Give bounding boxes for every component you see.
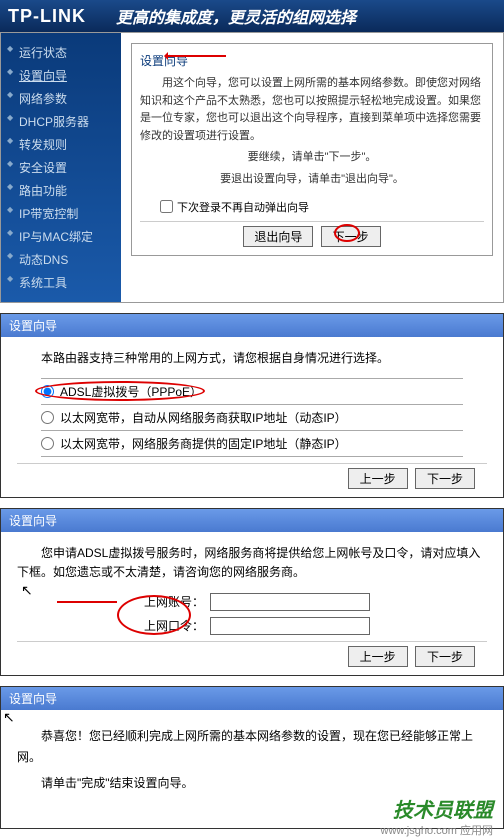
wizard-step3-panel: 设置向导 您申请ADSL虚拟拨号服务时，网络服务商将提供给您上网帐号及口令，请对… (0, 508, 504, 675)
radio-dynamic-row: 以太网宽带，自动从网络服务商获取IP地址（动态IP） (41, 409, 487, 426)
wizard1-buttons: 退出向导 下一步 (140, 221, 484, 247)
sidebar-item-routing[interactable]: 路由功能 (1, 179, 121, 202)
annotation-circle-3 (117, 595, 191, 635)
next-button-2[interactable]: 下一步 (415, 468, 475, 489)
sidebar-item-ddns[interactable]: 动态DNS (1, 248, 121, 271)
wizard3-buttons: 上一步 下一步 (17, 641, 487, 667)
sidebar-item-dhcp[interactable]: DHCP服务器 (1, 110, 121, 133)
wizard2-buttons: 上一步 下一步 (17, 463, 487, 489)
wizard4-text2: 请单击"完成"结束设置向导。 (17, 773, 487, 795)
wizard2-intro: 本路由器支持三种常用的上网方式，请您根据自身情况进行选择。 (17, 349, 487, 368)
wizard-step4-panel: 设置向导 ↖ 恭喜您！您已经顺利完成上网所需的基本网络参数的设置，现在您已经能够… (0, 686, 504, 830)
wizard3-body: 您申请ADSL虚拟拨号服务时，网络服务商将提供给您上网帐号及口令，请对应填入下框… (1, 532, 503, 674)
password-row: 上网口令： (17, 617, 487, 635)
sidebar-item-bandwidth[interactable]: IP带宽控制 (1, 202, 121, 225)
sidebar-item-security[interactable]: 安全设置 (1, 156, 121, 179)
radio-pppoe-row: ADSL虚拟拨号（PPPoE） (41, 383, 487, 400)
auto-popup-label: 下次登录不再自动弹出向导 (177, 199, 309, 215)
wizard4-text1: 恭喜您！您已经顺利完成上网所需的基本网络参数的设置，现在您已经能够正常上网。 (17, 726, 487, 769)
wizard3-header: 设置向导 (1, 509, 503, 532)
wizard-exit-text: 要退出设置向导，请单击"退出向导"。 (140, 171, 484, 189)
radio-static-label: 以太网宽带，网络服务商提供的固定IP地址（静态IP） (60, 435, 347, 452)
main-top-section: 运行状态 设置向导 网络参数 DHCP服务器 转发规则 安全设置 路由功能 IP… (0, 32, 504, 303)
annotation-arrow (166, 55, 226, 57)
annotation-circle-1 (334, 224, 360, 242)
content-area: 设置向导 用这个向导，您可以设置上网所需的基本网络参数。即使您对网络知识和这个产… (121, 33, 503, 302)
wizard-intro-text: 用这个向导，您可以设置上网所需的基本网络参数。即使您对网络知识和这个产品不太熟悉… (140, 75, 484, 145)
divider (41, 404, 463, 405)
prev-button-3[interactable]: 上一步 (348, 646, 408, 667)
sidebar-item-status[interactable]: 运行状态 (1, 41, 121, 64)
sidebar-item-wizard[interactable]: 设置向导 (1, 64, 121, 87)
wizard-continue-text: 要继续，请单击"下一步"。 (140, 149, 484, 167)
wizard4-body: 恭喜您！您已经顺利完成上网所需的基本网络参数的设置，现在您已经能够正常上网。 请… (1, 710, 503, 829)
cursor-icon-2: ↖ (3, 709, 15, 726)
wizard2-header: 设置向导 (1, 314, 503, 337)
sidebar-item-network[interactable]: 网络参数 (1, 87, 121, 110)
sidebar: 运行状态 设置向导 网络参数 DHCP服务器 转发规则 安全设置 路由功能 IP… (1, 33, 121, 302)
annotation-arrow-2 (57, 601, 117, 603)
password-input[interactable] (210, 617, 370, 635)
logo: TP-LINK (8, 6, 86, 27)
slogan: 更高的集成度，更灵活的组网选择 (116, 4, 356, 28)
next-button-3[interactable]: 下一步 (415, 646, 475, 667)
wizard-intro-box: 设置向导 用这个向导，您可以设置上网所需的基本网络参数。即使您对网络知识和这个产… (131, 43, 493, 256)
radio-dynamic-label: 以太网宽带，自动从网络服务商获取IP地址（动态IP） (60, 409, 347, 426)
sidebar-item-ipmac[interactable]: IP与MAC绑定 (1, 225, 121, 248)
sidebar-item-forward[interactable]: 转发规则 (1, 133, 121, 156)
divider (41, 430, 463, 431)
auto-popup-checkbox[interactable] (160, 200, 173, 213)
prev-button-2[interactable]: 上一步 (348, 468, 408, 489)
radio-dynamic-ip[interactable] (41, 411, 54, 424)
wizard3-intro: 您申请ADSL虚拟拨号服务时，网络服务商将提供给您上网帐号及口令，请对应填入下框… (17, 544, 487, 582)
account-row: 上网账号： (17, 593, 487, 611)
exit-wizard-button[interactable]: 退出向导 (243, 226, 313, 247)
radio-static-row: 以太网宽带，网络服务商提供的固定IP地址（静态IP） (41, 435, 487, 452)
app-header: TP-LINK 更高的集成度，更灵活的组网选择 (0, 0, 504, 32)
divider (41, 456, 463, 457)
wizard4-header: 设置向导 (1, 687, 503, 710)
account-input[interactable] (210, 593, 370, 611)
radio-static-ip[interactable] (41, 437, 54, 450)
divider (41, 378, 463, 379)
wizard-step2-panel: 设置向导 本路由器支持三种常用的上网方式，请您根据自身情况进行选择。 ADSL虚… (0, 313, 504, 498)
wizard2-body: 本路由器支持三种常用的上网方式，请您根据自身情况进行选择。 ADSL虚拟拨号（P… (1, 337, 503, 497)
auto-popup-checkbox-row: 下次登录不再自动弹出向导 (160, 199, 484, 215)
watermark-url: www.jsgho.com 应用网 (381, 822, 493, 838)
sidebar-item-system[interactable]: 系统工具 (1, 271, 121, 294)
